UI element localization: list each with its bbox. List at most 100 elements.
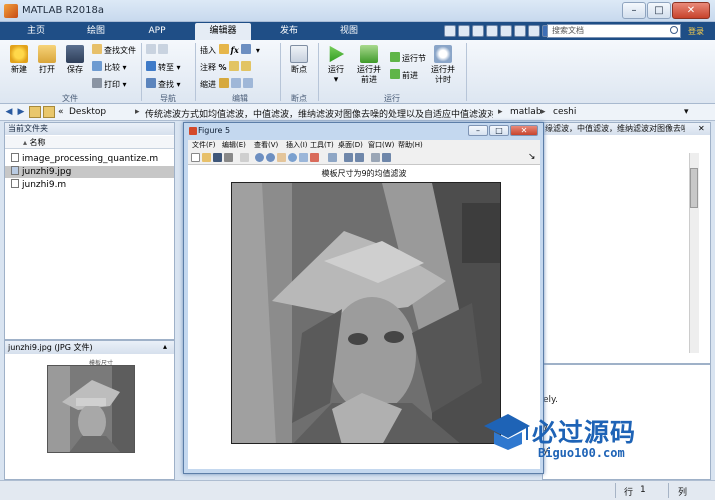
editor-close-icon[interactable]: ✕ — [698, 124, 705, 133]
back-icon — [146, 44, 156, 54]
figure-close-button[interactable]: ✕ — [510, 125, 538, 136]
breadcrumb-project-folder[interactable]: 传统滤波方式如均值滤波，中值滤波，维纳滤波对图像去噪的处理以及自适应中值滤波对图… — [145, 107, 493, 120]
maximize-button[interactable]: □ — [647, 2, 671, 19]
figure-menu-bar: 文件(F) 编辑(E) 查看(V) 插入(I) 工具(T) 桌面(D) 窗口(W… — [188, 140, 540, 151]
insert-colorbar-icon[interactable] — [344, 153, 353, 162]
save-button[interactable]: 保存 — [62, 43, 88, 75]
breakpoints-icon — [290, 45, 308, 63]
menu-help[interactable]: 帮助(H) — [398, 140, 423, 151]
ribbon-tab-strip: 主页 绘图 APP 编辑器 发布 视图 搜索文档 登录 — [0, 22, 715, 40]
undo-quick-icon[interactable] — [500, 25, 512, 37]
print-button[interactable]: 打印 ▾ — [92, 78, 127, 91]
search-icon[interactable] — [670, 26, 678, 34]
file-item[interactable]: image_processing_quantize.m — [5, 153, 174, 165]
menu-insert[interactable]: 插入(I) — [286, 140, 308, 151]
address-dropdown-icon[interactable]: ▾ — [684, 107, 689, 117]
run-section-icon — [390, 52, 400, 62]
save-quick-icon[interactable] — [444, 25, 456, 37]
run-and-time-button[interactable]: 运行并 计时 — [428, 43, 458, 85]
link-plot-icon[interactable] — [328, 153, 337, 162]
show-plot-tools-icon[interactable] — [382, 153, 391, 162]
data-cursor-icon[interactable] — [299, 153, 308, 162]
breadcrumb-desktop[interactable]: Desktop — [69, 107, 106, 117]
close-button[interactable]: ✕ — [672, 2, 710, 19]
hide-plot-tools-icon[interactable] — [371, 153, 380, 162]
comment-button[interactable]: 注释 % — [200, 61, 253, 74]
tab-view[interactable]: 视图 — [321, 23, 377, 40]
indent-button[interactable]: 缩进 — [200, 78, 255, 91]
zoom-in-icon[interactable] — [255, 153, 264, 162]
tab-home[interactable]: 主页 — [8, 23, 64, 40]
menu-view[interactable]: 查看(V) — [254, 140, 278, 151]
filtered-image-axes[interactable] — [231, 182, 501, 444]
menu-edit[interactable]: 编辑(E) — [222, 140, 246, 151]
back-forward-buttons[interactable] — [146, 44, 170, 57]
new-figure-icon[interactable] — [191, 153, 200, 162]
breadcrumb-matlab[interactable]: matlab — [510, 107, 542, 117]
toolbar-dock-icon[interactable]: ↘ — [528, 152, 536, 162]
find-button[interactable]: 查找 ▾ — [146, 78, 181, 91]
paste-quick-icon[interactable] — [486, 25, 498, 37]
file-group-label: 文件 — [62, 94, 78, 103]
insert-button[interactable]: 插入 fx ▾ — [200, 44, 260, 57]
brush-icon[interactable] — [310, 153, 319, 162]
open-button[interactable]: 打开 — [34, 43, 60, 75]
zoom-out-icon[interactable] — [266, 153, 275, 162]
status-divider — [668, 483, 669, 498]
tab-apps[interactable]: APP — [129, 23, 185, 40]
print-figure-icon[interactable] — [224, 153, 233, 162]
breadcrumb-chevron-icon: ▸ — [541, 107, 546, 117]
browse-folder-icon[interactable] — [43, 106, 55, 118]
editor-path-title: 缘滤波，中值滤波，维纳滤波对图像去噪的处理... — [545, 124, 685, 133]
edit-plot-icon[interactable] — [240, 153, 249, 162]
details-title: junzhi9.jpg (JPG 文件) — [5, 341, 174, 354]
figure-toolbar: ↘ — [188, 151, 540, 165]
rotate-3d-icon[interactable] — [288, 153, 297, 162]
outdent-icon — [242, 78, 253, 88]
breadcrumb-ceshi[interactable]: ceshi — [553, 107, 576, 117]
minimize-button[interactable]: – — [622, 2, 646, 19]
save-figure-icon[interactable] — [213, 153, 222, 162]
switch-windows-icon[interactable] — [528, 25, 540, 37]
sign-in-link[interactable]: 登录 — [688, 26, 704, 37]
collapse-details-icon[interactable]: ▴ — [163, 342, 167, 351]
command-output-line: ely. — [543, 395, 558, 405]
figure-title-bar: Figure 5 – □ ✕ — [186, 124, 541, 138]
file-item[interactable]: junzhi9.m — [5, 179, 174, 191]
figure-minimize-button[interactable]: – — [468, 125, 488, 136]
name-column-header[interactable]: ▴ 名称 — [5, 136, 174, 149]
menu-desktop[interactable]: 桌面(D) — [338, 140, 363, 151]
new-button[interactable]: 新建 — [6, 43, 32, 75]
pan-icon[interactable] — [277, 153, 286, 162]
menu-window[interactable]: 窗口(W) — [368, 140, 394, 151]
copy-quick-icon[interactable] — [472, 25, 484, 37]
breakpoints-button[interactable]: 断点 — [284, 43, 314, 75]
menu-tools[interactable]: 工具(T) — [310, 140, 334, 151]
up-folder-icon[interactable] — [29, 106, 41, 118]
breadcrumb-prefix: « — [58, 107, 64, 117]
find-files-icon — [92, 44, 102, 54]
advance-button[interactable]: 前进 — [390, 69, 418, 82]
search-documentation-input[interactable]: 搜索文档 — [547, 24, 681, 38]
open-file-icon[interactable] — [202, 153, 211, 162]
editor-scrollbar-thumb[interactable] — [690, 168, 698, 208]
tab-plots[interactable]: 绘图 — [68, 23, 124, 40]
find-files-button[interactable]: 查找文件 — [92, 44, 136, 57]
back-arrow-icon[interactable]: ◀ — [3, 106, 15, 118]
compare-button[interactable]: 比较 ▾ — [92, 61, 127, 74]
goto-button[interactable]: 转至 ▾ — [146, 61, 181, 74]
run-button[interactable]: 运行 ▾ — [322, 43, 350, 85]
run-section-button[interactable]: 运行节 — [390, 52, 426, 65]
run-and-advance-button[interactable]: 运行并 前进 — [354, 43, 384, 85]
insert-legend-icon[interactable] — [355, 153, 364, 162]
menu-file[interactable]: 文件(F) — [192, 140, 216, 151]
tab-publish[interactable]: 发布 — [261, 23, 317, 40]
redo-quick-icon[interactable] — [514, 25, 526, 37]
figure-maximize-button[interactable]: □ — [489, 125, 509, 136]
file-item-selected[interactable]: junzhi9.jpg — [5, 166, 174, 178]
cut-quick-icon[interactable] — [458, 25, 470, 37]
forward-arrow-icon[interactable]: ▶ — [15, 106, 27, 118]
save-icon — [66, 45, 84, 63]
tab-editor[interactable]: 编辑器 — [195, 23, 251, 40]
lena-thumbnail-image — [48, 366, 134, 452]
